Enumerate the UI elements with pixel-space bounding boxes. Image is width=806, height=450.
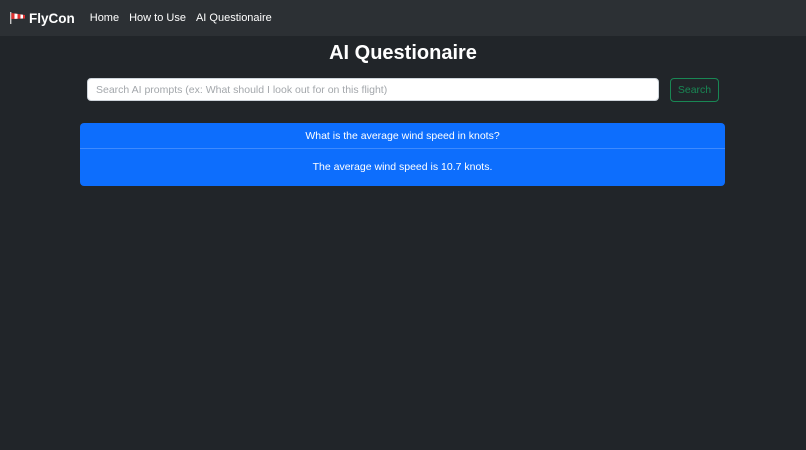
qa-question: What is the average wind speed in knots? <box>80 123 725 149</box>
search-input[interactable] <box>87 78 659 101</box>
qa-answer: The average wind speed is 10.7 knots. <box>312 161 493 173</box>
windsock-icon <box>10 12 25 24</box>
search-button[interactable]: Search <box>670 78 719 102</box>
nav-link-ai-questionaire[interactable]: AI Questionaire <box>196 12 272 24</box>
nav-link-how-to-use[interactable]: How to Use <box>129 12 186 24</box>
navbar: FlyCon Home How to Use AI Questionaire <box>0 0 806 36</box>
page-title: AI Questionaire <box>329 42 477 64</box>
brand-link[interactable]: FlyCon <box>9 11 75 26</box>
nav-link-home[interactable]: Home <box>90 12 119 24</box>
qa-card: What is the average wind speed in knots?… <box>80 123 725 186</box>
brand-name: FlyCon <box>29 10 75 26</box>
